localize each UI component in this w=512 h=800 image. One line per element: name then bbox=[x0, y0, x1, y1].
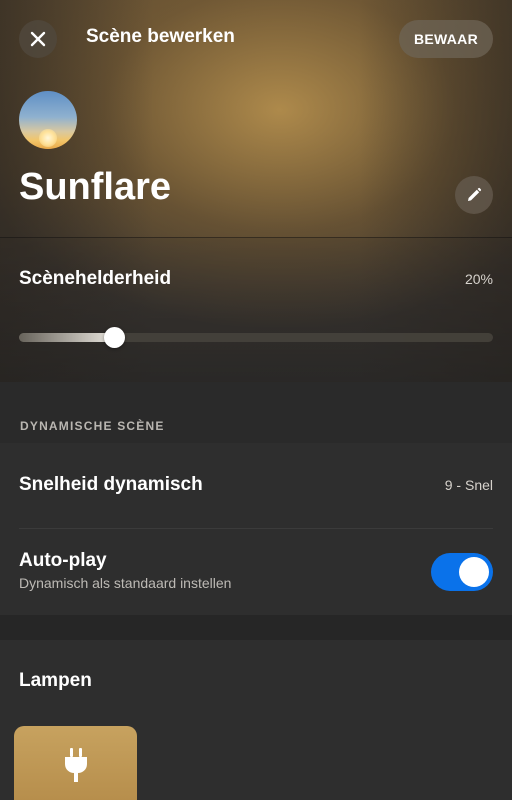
section-title-dynamic: DYNAMISCHE SCÈNE bbox=[20, 419, 165, 433]
row-divider bbox=[19, 528, 493, 529]
brightness-value: 20% bbox=[464, 271, 493, 287]
section-header-bg bbox=[0, 382, 512, 443]
brightness-label: Scènehelderheid bbox=[19, 268, 172, 289]
brightness-slider-fill bbox=[19, 333, 114, 342]
scene-name: Sunflare bbox=[19, 166, 172, 208]
close-icon bbox=[30, 31, 46, 47]
lamp-tile[interactable] bbox=[14, 726, 137, 800]
toggle-knob bbox=[459, 557, 489, 587]
plug-icon bbox=[65, 748, 87, 782]
speed-row-label[interactable]: Snelheid dynamisch bbox=[19, 474, 203, 496]
page-title: Scène bewerken bbox=[86, 26, 235, 47]
autoplay-description: Dynamisch als standaard instellen bbox=[19, 575, 232, 591]
autoplay-label: Auto-play bbox=[19, 550, 107, 571]
scene-thumbnail bbox=[19, 91, 77, 149]
section-gap bbox=[0, 615, 512, 640]
save-button[interactable]: BEWAAR bbox=[398, 20, 493, 58]
top-bar: Scène bewerken BEWAAR bbox=[0, 0, 512, 76]
brightness-slider[interactable] bbox=[19, 327, 493, 348]
pencil-icon bbox=[468, 187, 482, 201]
edit-name-button[interactable] bbox=[455, 176, 493, 214]
lamps-label: Lampen bbox=[19, 670, 92, 691]
speed-row-value[interactable]: 9 - Snel bbox=[445, 477, 493, 493]
close-button[interactable] bbox=[19, 20, 57, 58]
autoplay-toggle[interactable] bbox=[431, 553, 493, 591]
sun-icon bbox=[39, 129, 57, 147]
brightness-slider-thumb[interactable] bbox=[103, 327, 125, 348]
brightness-panel bbox=[0, 237, 512, 382]
